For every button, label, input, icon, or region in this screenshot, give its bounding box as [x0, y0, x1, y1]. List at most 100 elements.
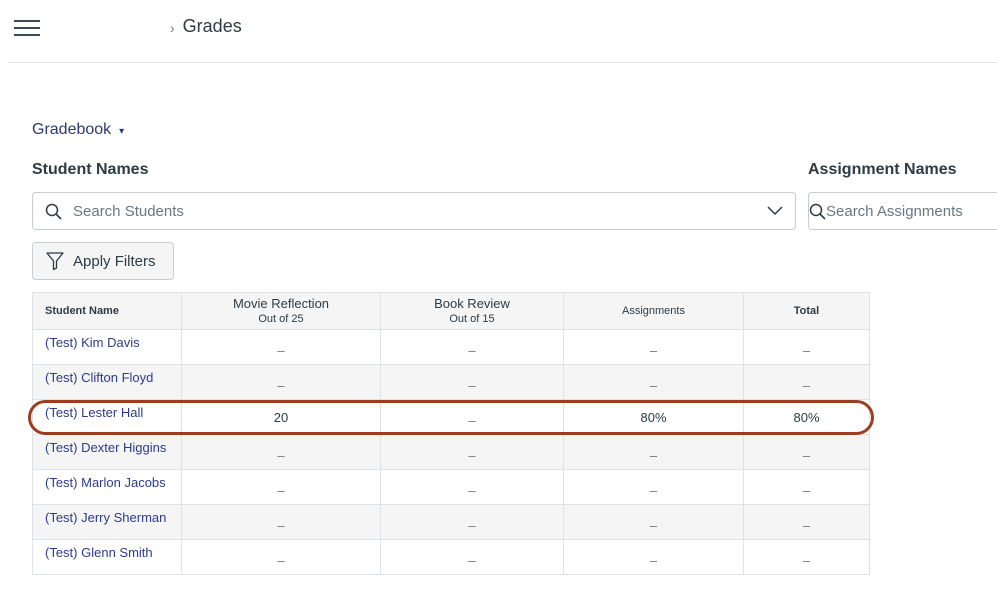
assignment-search-input[interactable]: [826, 202, 997, 220]
grade-value: –: [277, 377, 285, 393]
student-name-link[interactable]: (Test) Jerry Sherman: [45, 510, 166, 525]
grade-cell-total[interactable]: –: [743, 364, 870, 400]
grade-cell-book-review[interactable]: –: [380, 469, 564, 505]
student-search-input[interactable]: [73, 202, 755, 220]
grade-value: –: [277, 552, 285, 568]
student-name-link[interactable]: (Test) Glenn Smith: [45, 545, 153, 560]
grade-cell-book-review[interactable]: –: [380, 399, 564, 435]
grade-cell-movie-reflection[interactable]: –: [181, 364, 381, 400]
grades-table: Student Name Movie Reflection Out of 25 …: [32, 292, 870, 575]
grade-cell-total[interactable]: –: [743, 469, 870, 505]
grade-cell-assignments[interactable]: –: [563, 539, 744, 575]
caret-down-icon: ▾: [119, 125, 125, 137]
table-row: (Test) Clifton Floyd – – – –: [32, 364, 870, 400]
student-name-link[interactable]: (Test) Marlon Jacobs: [45, 475, 166, 490]
column-title: Book Review: [434, 296, 510, 311]
grade-value: 20: [273, 409, 289, 425]
grade-value: –: [649, 552, 658, 568]
grade-cell-book-review[interactable]: –: [380, 364, 564, 400]
gradebook-menu-button[interactable]: Gradebook ▾: [32, 121, 124, 139]
column-subtitle: Out of 25: [258, 313, 304, 325]
grade-value: –: [802, 552, 811, 568]
grade-value: –: [468, 447, 476, 463]
gradebook-menu-label: Gradebook: [32, 121, 112, 138]
grade-cell-total[interactable]: –: [743, 329, 870, 365]
grade-cell-assignments[interactable]: –: [563, 364, 744, 400]
hamburger-menu-icon[interactable]: [14, 18, 40, 38]
apply-filters-button[interactable]: Apply Filters: [32, 242, 174, 280]
grade-cell-movie-reflection[interactable]: –: [181, 434, 381, 470]
table-row: (Test) Glenn Smith – – – –: [32, 539, 870, 575]
student-name-link[interactable]: (Test) Clifton Floyd: [45, 370, 153, 385]
grade-cell-total[interactable]: 80%: [743, 399, 870, 435]
column-header-assignments[interactable]: Assignments: [563, 292, 744, 330]
column-header-book-review[interactable]: Book Review Out of 15: [380, 292, 564, 330]
grade-cell-assignments[interactable]: –: [563, 469, 744, 505]
grade-cell-book-review[interactable]: –: [380, 504, 564, 540]
breadcrumb: › Grades: [170, 16, 242, 37]
grade-cell-assignments[interactable]: –: [563, 329, 744, 365]
student-search-combobox[interactable]: [32, 192, 796, 230]
student-name-cell: (Test) Dexter Higgins: [32, 434, 182, 470]
grade-value: –: [468, 482, 476, 498]
grade-value: –: [802, 482, 811, 498]
student-names-label: Student Names: [32, 161, 149, 178]
grade-cell-movie-reflection[interactable]: –: [181, 504, 381, 540]
grade-value: –: [468, 517, 476, 533]
student-name-cell: (Test) Clifton Floyd: [32, 364, 182, 400]
grade-value: 80%: [793, 409, 820, 425]
grade-cell-assignments[interactable]: –: [563, 434, 744, 470]
grade-cell-book-review[interactable]: –: [380, 434, 564, 470]
grade-cell-movie-reflection[interactable]: –: [181, 469, 381, 505]
grade-cell-movie-reflection[interactable]: –: [181, 539, 381, 575]
grade-value: –: [277, 447, 285, 463]
grade-value: –: [649, 517, 658, 533]
grade-value: –: [649, 447, 658, 463]
table-row: (Test) Lester Hall 20 – 80% 80%: [32, 399, 870, 435]
grade-value: –: [468, 552, 476, 568]
grade-cell-assignments[interactable]: 80%: [563, 399, 744, 435]
grade-cell-book-review[interactable]: –: [380, 539, 564, 575]
grade-cell-total[interactable]: –: [743, 504, 870, 540]
student-name-cell: (Test) Jerry Sherman: [32, 504, 182, 540]
student-name-cell: (Test) Kim Davis: [32, 329, 182, 365]
table-row: (Test) Marlon Jacobs – – – –: [32, 469, 870, 505]
column-header-movie-reflection[interactable]: Movie Reflection Out of 25: [181, 292, 381, 330]
top-bar: › Grades: [8, 0, 997, 63]
apply-filters-label: Apply Filters: [73, 252, 156, 270]
grade-value: –: [802, 377, 811, 393]
breadcrumb-separator-icon: ›: [170, 19, 175, 36]
grade-value: –: [802, 342, 811, 358]
grade-value: –: [277, 342, 285, 358]
grade-cell-movie-reflection[interactable]: –: [181, 329, 381, 365]
assignment-search-combobox[interactable]: [808, 192, 997, 230]
table-row: (Test) Jerry Sherman – – – –: [32, 504, 870, 540]
column-header-student-name[interactable]: Student Name: [32, 292, 182, 330]
student-name-link[interactable]: (Test) Dexter Higgins: [45, 440, 166, 455]
table-row: (Test) Kim Davis – – – –: [32, 329, 870, 365]
grade-cell-total[interactable]: –: [743, 539, 870, 575]
student-name-link[interactable]: (Test) Lester Hall: [45, 405, 143, 420]
student-name-link[interactable]: (Test) Kim Davis: [45, 335, 140, 350]
filter-icon: [45, 251, 65, 271]
grade-value: –: [277, 517, 285, 533]
chevron-down-icon[interactable]: [755, 206, 795, 216]
search-icon: [809, 203, 826, 220]
grade-value: –: [802, 517, 811, 533]
column-title: Movie Reflection: [232, 296, 330, 311]
grade-cell-book-review[interactable]: –: [380, 329, 564, 365]
grade-value: –: [802, 447, 811, 463]
column-subtitle: Out of 15: [449, 313, 495, 325]
grade-value: –: [649, 377, 658, 393]
grade-cell-total[interactable]: –: [743, 434, 870, 470]
breadcrumb-current: Grades: [182, 16, 242, 36]
student-name-cell: (Test) Lester Hall: [32, 399, 182, 435]
grade-cell-movie-reflection[interactable]: 20: [181, 399, 381, 435]
grade-cell-assignments[interactable]: –: [563, 504, 744, 540]
table-row: (Test) Dexter Higgins – – – –: [32, 434, 870, 470]
assignment-names-label: Assignment Names: [808, 161, 957, 178]
search-icon: [33, 203, 73, 220]
student-name-cell: (Test) Glenn Smith: [32, 539, 182, 575]
table-header-row: Student Name Movie Reflection Out of 25 …: [32, 292, 870, 330]
column-header-total[interactable]: Total: [743, 292, 870, 330]
